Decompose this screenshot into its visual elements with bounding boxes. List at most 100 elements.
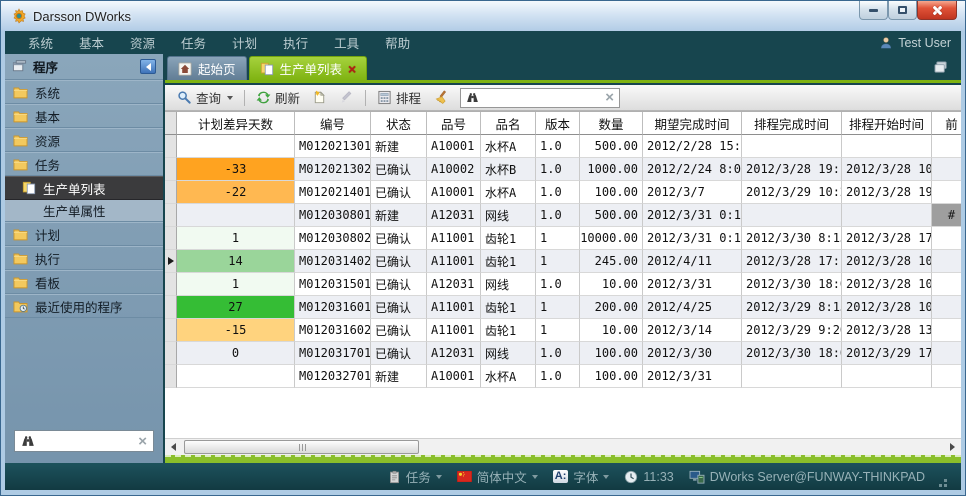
sidebar-search-clear-icon[interactable]: × (138, 434, 147, 449)
sidebar-item-resources[interactable]: 资源 (5, 128, 163, 152)
row-selector[interactable] (165, 135, 177, 158)
row-selector[interactable] (165, 158, 177, 181)
refresh-label: 刷新 (275, 88, 300, 107)
status-task-menu[interactable]: 任务 (388, 467, 442, 486)
sidebar-search-input[interactable] (40, 434, 133, 448)
current-row-selector[interactable] (165, 250, 177, 273)
column-header-version[interactable]: 版本 (536, 112, 580, 135)
row-selector[interactable] (165, 296, 177, 319)
sidebar-item-system[interactable]: 系统 (5, 80, 163, 104)
menu-basic[interactable]: 基本 (66, 33, 117, 52)
minimize-button[interactable] (859, 1, 888, 20)
tab-list-icon[interactable] (934, 61, 949, 74)
menu-execution[interactable]: 执行 (270, 33, 321, 52)
sidebar-item-production-order-properties[interactable]: 生产单属性 (5, 200, 163, 222)
menu-resources[interactable]: 资源 (117, 33, 168, 52)
scroll-right-button[interactable] (944, 439, 961, 455)
magnifier-icon (177, 90, 192, 105)
folder-icon (13, 85, 28, 99)
column-header-expect-finish-time[interactable]: 期望完成时间 (643, 112, 742, 135)
column-header-item-name[interactable]: 品名 (481, 112, 536, 135)
row-selector[interactable] (165, 342, 177, 365)
scroll-left-button[interactable] (165, 439, 182, 455)
row-selector[interactable] (165, 365, 177, 388)
toolbar-separator (365, 90, 366, 106)
cell-diff-days (177, 365, 295, 388)
table-row[interactable]: -33M012021302已确认A10002水杯B1.01000.002012/… (165, 158, 961, 181)
column-header-quantity[interactable]: 数量 (580, 112, 643, 135)
window-controls (859, 1, 957, 20)
cell-extra: # (932, 204, 961, 227)
sidebar-item-execution[interactable]: 执行 (5, 246, 163, 270)
sidebar-item-plan[interactable]: 计划 (5, 222, 163, 246)
cell-extra (932, 365, 961, 388)
column-header-status[interactable]: 状态 (371, 112, 427, 135)
restore-button[interactable] (888, 1, 917, 20)
user-menu[interactable]: Test User (879, 36, 951, 50)
new-button[interactable] (307, 87, 332, 109)
row-selector[interactable] (165, 204, 177, 227)
resize-grip[interactable] (944, 479, 947, 482)
column-header-sched-finish-time[interactable]: 排程完成时间 (742, 112, 842, 135)
cell-sched-finish-time (742, 204, 842, 227)
schedule-button[interactable]: 排程 (372, 87, 426, 109)
table-row[interactable]: 27M012031601已确认A11001齿轮11200.002012/4/25… (165, 296, 961, 319)
clean-button[interactable] (428, 87, 453, 109)
column-header-sched-start-time[interactable]: 排程开始时间 (842, 112, 932, 135)
column-header-item-no[interactable]: 品号 (427, 112, 481, 135)
calculator-icon (377, 90, 392, 105)
toolbar-search-clear-icon[interactable]: × (605, 90, 614, 105)
menu-tools[interactable]: 工具 (321, 33, 372, 52)
sidebar-item-recent-programs[interactable]: 最近使用的程序 (5, 294, 163, 318)
cell-sched-finish-time: 2012/3/29 9:20 (742, 319, 842, 342)
tab-production-order-list[interactable]: 生产单列表 × (249, 56, 368, 80)
table-row[interactable]: -15M012031602已确认A11001齿轮1110.002012/3/14… (165, 319, 961, 342)
cell-expect-finish-time: 2012/3/7 (643, 181, 742, 204)
menu-system[interactable]: 系统 (15, 33, 66, 52)
menu-tasks[interactable]: 任务 (168, 33, 219, 52)
menu-plan[interactable]: 计划 (219, 33, 270, 52)
table-row[interactable]: 14M012031402已确认A11001齿轮11245.002012/4/11… (165, 250, 961, 273)
scrollbar-thumb[interactable] (184, 440, 419, 454)
cell-order-no: M012031602 (295, 319, 371, 342)
cell-quantity: 500.00 (580, 204, 643, 227)
cell-expect-finish-time: 2012/3/31 (643, 365, 742, 388)
row-selector[interactable] (165, 227, 177, 250)
menu-help[interactable]: 帮助 (372, 33, 423, 52)
edit-button[interactable] (334, 87, 359, 109)
table-row[interactable]: -22M012021401已确认A10001水杯A1.0100.002012/3… (165, 181, 961, 204)
row-selector[interactable] (165, 181, 177, 204)
table-row[interactable]: M012021301新建A10001水杯A1.0500.002012/2/28 … (165, 135, 961, 158)
sidebar-collapse-button[interactable] (140, 59, 156, 74)
table-row[interactable]: 1M012030802已确认A11001齿轮1110000.002012/3/3… (165, 227, 961, 250)
tab-home[interactable]: 起始页 (167, 56, 247, 80)
sidebar-item-kanban[interactable]: 看板 (5, 270, 163, 294)
sidebar-item-label: 系统 (35, 83, 60, 102)
folder-icon (13, 251, 28, 265)
triangle-right-icon (950, 443, 955, 451)
table-row[interactable]: M012032701新建A10001水杯A1.0100.002012/3/31 (165, 365, 961, 388)
row-selector[interactable] (165, 273, 177, 296)
cell-extra (932, 227, 961, 250)
new-document-icon (312, 90, 327, 105)
cell-version: 1 (536, 250, 580, 273)
column-header-order-no[interactable]: 编号 (295, 112, 371, 135)
column-header-extra[interactable]: 前 (932, 112, 961, 135)
bottom-accent-strip (165, 455, 961, 463)
tab-close-icon[interactable]: × (348, 62, 356, 76)
refresh-button[interactable]: 刷新 (251, 87, 305, 109)
row-selector[interactable] (165, 319, 177, 342)
sidebar-item-tasks[interactable]: 任务 (5, 152, 163, 176)
toolbar-search-input[interactable] (484, 91, 600, 105)
status-font-menu[interactable]: A: 字体 (553, 467, 610, 486)
status-language-menu[interactable]: 简体中文 (457, 467, 538, 486)
table-row[interactable]: 1M012031501已确认A12031网线1.010.002012/3/312… (165, 273, 961, 296)
column-header-diff-days[interactable]: 计划差异天数 (177, 112, 295, 135)
table-row[interactable]: M012030801新建A12031网线1.0500.002012/3/31 0… (165, 204, 961, 227)
cell-order-no: M012032701 (295, 365, 371, 388)
query-button[interactable]: 查询 (172, 87, 238, 109)
sidebar-item-production-order-list[interactable]: 生产单列表 (5, 176, 163, 200)
close-button[interactable] (917, 1, 957, 20)
table-row[interactable]: 0M012031701已确认A12031网线1.0100.002012/3/30… (165, 342, 961, 365)
sidebar-item-basic[interactable]: 基本 (5, 104, 163, 128)
